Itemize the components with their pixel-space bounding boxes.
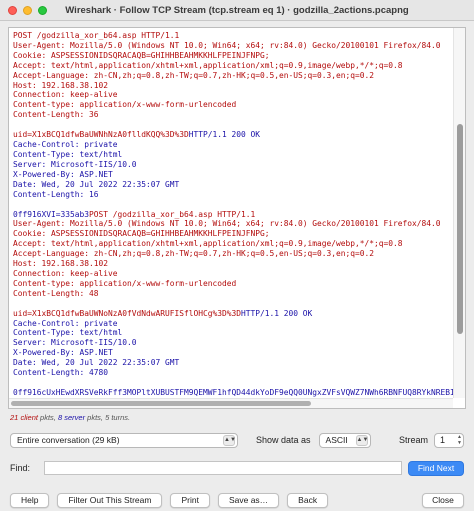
server-line: Date: Wed, 20 Jul 2022 22:35:07 GMT: [13, 180, 449, 190]
stream-number-stepper[interactable]: 1 ▲▼: [434, 433, 464, 448]
client-line: Cookie: ASPSESSIONIDSQRACAQB=GHIHHBEAHMK…: [13, 51, 449, 61]
stream-blank-line: [13, 120, 449, 130]
server-line: X-Powered-By: ASP.NET: [13, 170, 449, 180]
chevron-updown-icon: ▲▼: [356, 435, 368, 446]
stats-turns-text: pkts, 5 turns.: [85, 413, 130, 422]
find-row: Find: Find Next: [10, 457, 464, 479]
stream-label: Stream: [399, 435, 428, 445]
close-button[interactable]: Close: [422, 493, 464, 508]
help-button[interactable]: Help: [10, 493, 49, 508]
zoom-window-icon[interactable]: [38, 6, 47, 15]
client-line: Host: 192.168.38.102: [13, 81, 449, 91]
server-line: Content-Type: text/html: [13, 150, 449, 160]
client-line: POST /godzilla_xor_b64.asp HTTP/1.1: [13, 31, 449, 41]
minimize-window-icon[interactable]: [23, 6, 32, 15]
client-line: Content-type: application/x-www-form-url…: [13, 100, 449, 110]
stepper-arrows-icon[interactable]: ▲▼: [457, 434, 462, 446]
button-row: Help Filter Out This Stream Print Save a…: [10, 489, 464, 511]
save-as-button[interactable]: Save as…: [218, 493, 279, 508]
stats-pkts-text: pkts,: [38, 413, 58, 422]
show-data-as-select[interactable]: ASCII ▲▼: [319, 433, 371, 448]
server-line: Server: Microsoft-IIS/10.0: [13, 338, 449, 348]
chevron-updown-icon: ▲▼: [223, 435, 235, 446]
client-label: client: [20, 413, 38, 422]
stream-line: 0ff916XVI=335ab3POST /godzilla_xor_b64.a…: [13, 210, 449, 220]
server-line: Date: Wed, 20 Jul 2022 22:35:07 GMT: [13, 358, 449, 368]
find-input[interactable]: [44, 461, 402, 475]
server-line: Server: Microsoft-IIS/10.0: [13, 160, 449, 170]
server-line: Cache-Control: private: [13, 140, 449, 150]
server-text: HTTP/1.1 200 OK: [189, 130, 260, 139]
client-line: Accept-Language: zh-CN,zh;q=0.8,zh-TW;q=…: [13, 71, 449, 81]
client-line: Host: 192.168.38.102: [13, 259, 449, 269]
stream-blank-line: [13, 200, 449, 210]
horizontal-scrollbar[interactable]: [9, 398, 453, 408]
window-controls: [0, 6, 47, 15]
server-label: server: [64, 413, 85, 422]
client-line: Content-Length: 36: [13, 110, 449, 120]
find-next-button[interactable]: Find Next: [408, 461, 464, 476]
find-label: Find:: [10, 463, 30, 473]
server-text: 0ff916XVI=335ab3: [13, 210, 89, 219]
filter-out-stream-button[interactable]: Filter Out This Stream: [57, 493, 162, 508]
client-line: Content-type: application/x-www-form-url…: [13, 279, 449, 289]
client-line: Cookie: ASPSESSIONIDSQRACAQB=GHIHHBEAHMK…: [13, 229, 449, 239]
client-text: uid=X1xBCQ1dfwBaUWNoNzA0fVdNdwARUFISflOH…: [13, 309, 241, 318]
vertical-scroll-thumb[interactable]: [457, 124, 463, 334]
client-packet-count: 21: [10, 413, 18, 422]
stream-line: uid=X1xBCQ1dfwBaUWNhNzA0flldKQQ%3D%3DHTT…: [13, 130, 449, 140]
client-line: Accept: text/html,application/xhtml+xml,…: [13, 239, 449, 249]
follow-stream-window: Wireshark · Follow TCP Stream (tcp.strea…: [0, 0, 474, 506]
back-button[interactable]: Back: [287, 493, 328, 508]
stream-line: uid=X1xBCQ1dfwBaUWNoNzA0fVdNdwARUFISflOH…: [13, 309, 449, 319]
server-line: Content-Length: 16: [13, 190, 449, 200]
conversation-select[interactable]: Entire conversation (29 kB) ▲▼: [10, 433, 238, 448]
server-text: HTTP/1.1 200 OK: [241, 309, 312, 318]
client-line: Accept: text/html,application/xhtml+xml,…: [13, 61, 449, 71]
server-line: Content-Type: text/html: [13, 328, 449, 338]
client-line: User-Agent: Mozilla/5.0 (Windows NT 10.0…: [13, 219, 449, 229]
close-window-icon[interactable]: [8, 6, 17, 15]
client-line: Accept-Language: zh-CN,zh;q=0.8,zh-TW;q=…: [13, 249, 449, 259]
title-bar: Wireshark · Follow TCP Stream (tcp.strea…: [0, 0, 474, 21]
client-line: User-Agent: Mozilla/5.0 (Windows NT 10.0…: [13, 41, 449, 51]
server-packet-count: 8: [58, 413, 62, 422]
server-line: Content-Length: 4780: [13, 368, 449, 378]
server-line: Cache-Control: private: [13, 319, 449, 329]
server-line: 0ff916cUxHEwdXRSVeRkFff3MOPltXUBUSTFM9QE…: [13, 388, 449, 398]
window-title: Wireshark · Follow TCP Stream (tcp.strea…: [0, 5, 474, 16]
vertical-scrollbar[interactable]: [453, 28, 465, 398]
client-line: Content-Length: 48: [13, 289, 449, 299]
show-data-as-label: Show data as: [256, 435, 311, 445]
show-data-as-value: ASCII: [326, 435, 348, 445]
conversation-select-value: Entire conversation (29 kB): [17, 435, 120, 445]
stream-blank-line: [13, 299, 449, 309]
horizontal-scroll-thumb[interactable]: [11, 401, 311, 406]
client-line: Connection: keep-alive: [13, 269, 449, 279]
client-text: POST /godzilla_xor_b64.asp HTTP/1.1: [89, 210, 255, 219]
server-line: X-Powered-By: ASP.NET: [13, 348, 449, 358]
stream-content-pane[interactable]: POST /godzilla_xor_b64.asp HTTP/1.1User-…: [8, 27, 466, 409]
stream-number-value: 1: [440, 435, 445, 445]
stream-stats: 21 client pkts, 8 server pkts, 5 turns.: [10, 413, 464, 427]
stream-text[interactable]: POST /godzilla_xor_b64.asp HTTP/1.1User-…: [9, 28, 453, 398]
stream-blank-line: [13, 378, 449, 388]
client-line: Connection: keep-alive: [13, 90, 449, 100]
options-row: Entire conversation (29 kB) ▲▼ Show data…: [10, 429, 464, 451]
print-button[interactable]: Print: [170, 493, 209, 508]
client-text: uid=X1xBCQ1dfwBaUWNhNzA0flldKQQ%3D%3D: [13, 130, 189, 139]
